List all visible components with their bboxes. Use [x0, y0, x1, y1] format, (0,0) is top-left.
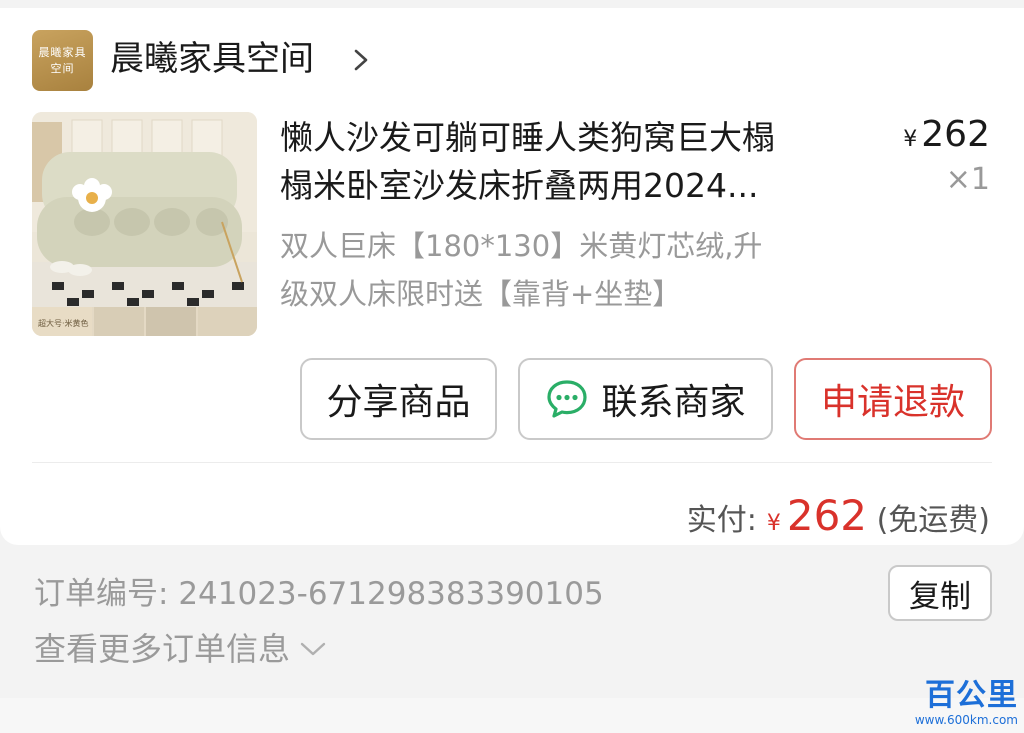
- site-watermark: 百公里 www.600km.com: [878, 679, 1018, 729]
- product-thumbnail[interactable]: 超大号·米黄色: [32, 112, 257, 336]
- watermark-url: www.600km.com: [914, 713, 1018, 727]
- order-number-label: 订单编号:: [34, 576, 169, 612]
- product-sku: 双人巨床【180*130】米黄灯芯绒,升 级双人床限时送【靠背+坐垫】: [280, 222, 860, 318]
- share-product-button[interactable]: 分享商品: [300, 358, 497, 440]
- product-sku-line2: 级双人床限时送【靠背+坐垫】: [280, 277, 682, 311]
- bottom-band: [0, 698, 1024, 733]
- order-number-value: 241023-671298383390105: [178, 576, 604, 612]
- top-strip: [0, 0, 1024, 8]
- shop-name[interactable]: 晨曦家具空间: [110, 36, 314, 82]
- shipping-note: (免运费): [876, 503, 990, 538]
- contact-seller-label: 联系商家: [601, 382, 746, 423]
- amount-paid-label: 实付:: [686, 503, 757, 538]
- amount-paid-currency: ¥: [766, 511, 781, 536]
- amount-paid-value: 262: [786, 491, 868, 540]
- price-value: 262: [921, 114, 990, 155]
- price-currency: ¥: [903, 127, 918, 152]
- chat-bubble-icon: [547, 380, 588, 418]
- more-order-info-label: 查看更多订单信息: [34, 630, 291, 668]
- thumb-caption: 超大号·米黄色: [38, 318, 89, 328]
- product-quantity: ×1: [945, 162, 990, 197]
- shop-logo-line1: 晨曦家具: [38, 45, 87, 59]
- product-title-line1: 懒人沙发可躺可睡人类狗窝巨大榻: [280, 118, 775, 157]
- request-refund-label: 申请退款: [820, 382, 965, 423]
- chevron-right-icon[interactable]: [350, 46, 372, 74]
- watermark-text: 百公里: [925, 678, 1018, 713]
- product-title-line2: 榻米卧室沙发床折叠两用2024...: [280, 166, 759, 205]
- product-title[interactable]: 懒人沙发可躺可睡人类狗窝巨大榻 榻米卧室沙发床折叠两用2024...: [280, 114, 860, 210]
- shop-logo[interactable]: 晨曦家具 空间: [32, 30, 93, 91]
- copy-order-number-button[interactable]: 复制: [888, 565, 992, 621]
- order-number: 订单编号: 241023-671298383390105: [34, 570, 604, 618]
- product-sku-line1: 双人巨床【180*130】米黄灯芯绒,升: [280, 229, 763, 263]
- chevron-down-icon: [300, 642, 326, 656]
- contact-seller-button[interactable]: 联系商家: [518, 358, 773, 440]
- amount-paid: 实付: ¥262 (免运费): [687, 488, 990, 544]
- request-refund-button[interactable]: 申请退款: [794, 358, 992, 440]
- more-order-info-link[interactable]: 查看更多订单信息: [34, 624, 328, 674]
- share-product-label: 分享商品: [326, 382, 471, 423]
- divider: [32, 462, 992, 463]
- product-price: ¥262: [903, 112, 990, 163]
- shop-logo-line2: 空间: [50, 61, 75, 75]
- copy-label: 复制: [909, 578, 971, 615]
